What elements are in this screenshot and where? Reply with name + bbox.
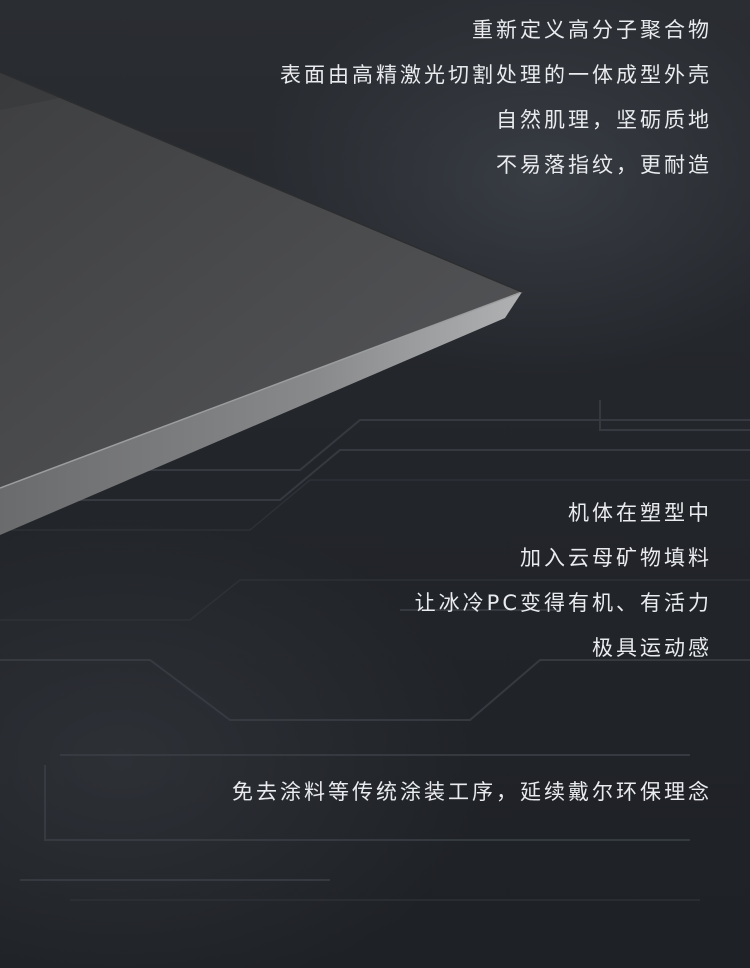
- feature-text-top: 重新定义高分子聚合物 表面由高精激光切割处理的一体成型外壳 自然肌理，坚砺质地 …: [280, 8, 712, 188]
- feature-line: 让冰冷PC变得有机、有活力: [414, 591, 712, 615]
- product-banner: 重新定义高分子聚合物 表面由高精激光切割处理的一体成型外壳 自然肌理，坚砺质地 …: [0, 0, 750, 968]
- feature-line: 加入云母矿物填料: [520, 546, 712, 570]
- feature-line: 重新定义高分子聚合物: [472, 18, 712, 42]
- feature-line: 表面由高精激光切割处理的一体成型外壳: [280, 63, 712, 87]
- feature-text-middle: 机体在塑型中 加入云母矿物填料 让冰冷PC变得有机、有活力 极具运动感: [415, 491, 712, 671]
- feature-line: 机体在塑型中: [568, 501, 712, 525]
- feature-line: 自然肌理，坚砺质地: [496, 108, 712, 132]
- feature-line: 极具运动感: [592, 636, 712, 660]
- feature-line: 免去涂料等传统涂装工序，延续戴尔环保理念: [232, 780, 712, 804]
- feature-line: 不易落指纹，更耐造: [496, 153, 712, 177]
- feature-text-bottom: 免去涂料等传统涂装工序，延续戴尔环保理念: [232, 770, 712, 815]
